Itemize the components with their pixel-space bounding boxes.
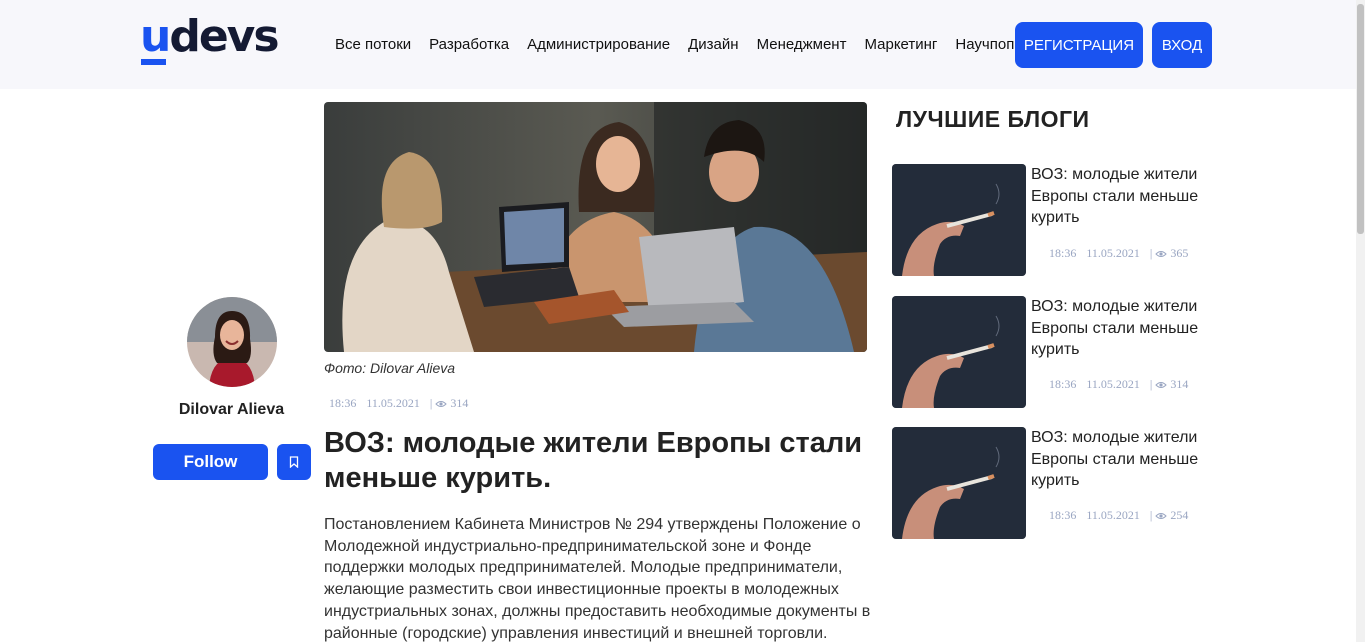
nav-item-management[interactable]: Менеджмент — [757, 36, 847, 53]
logo-underline — [141, 59, 166, 65]
article-time: 18:36 — [329, 396, 357, 410]
blog-card-meta: 18:36 11.05.2021 | 254 — [1049, 508, 1188, 523]
article-hero-image — [324, 102, 867, 352]
blog-card-title[interactable]: ВОЗ: молодые жители Европы стали меньше … — [1031, 427, 1221, 492]
blog-card-image[interactable] — [892, 296, 1026, 408]
blog-card-meta: 18:36 11.05.2021 | 365 — [1049, 246, 1188, 261]
photo-caption: Фото: Dilovar Alieva — [324, 360, 456, 376]
eye-icon — [1155, 250, 1168, 257]
nav-item-popsci[interactable]: Научпоп — [955, 36, 1014, 53]
blog-card-views-count: 254 — [1170, 508, 1189, 522]
blog-card-time: 18:36 — [1049, 246, 1077, 260]
bookmark-icon — [289, 456, 299, 468]
bookmark-button[interactable] — [277, 444, 311, 480]
eye-icon — [1155, 381, 1168, 388]
nav-item-administration[interactable]: Администрирование — [527, 36, 670, 53]
blog-card-views: | 314 — [1150, 377, 1188, 392]
logo[interactable]: udevs — [140, 11, 280, 67]
blog-card-image[interactable] — [892, 427, 1026, 539]
blog-card-time: 18:36 — [1049, 377, 1077, 391]
register-button[interactable]: РЕГИСТРАЦИЯ — [1015, 22, 1143, 68]
article-body: Постановлением Кабинета Министров № 294 … — [324, 516, 871, 642]
meta-separator: | — [429, 396, 433, 410]
login-button[interactable]: ВХОД — [1152, 22, 1212, 68]
article-views-count: 314 — [450, 396, 469, 410]
blog-card-views: | 254 — [1150, 508, 1188, 523]
nav-item-all[interactable]: Все потоки — [335, 36, 411, 53]
top-blogs-heading: ЛУЧШИЕ БЛОГИ — [896, 106, 1090, 132]
author-avatar[interactable] — [187, 297, 277, 387]
meta-separator: | — [1149, 377, 1153, 391]
blog-card-title[interactable]: ВОЗ: молодые жители Европы стали меньше … — [1031, 296, 1221, 361]
follow-button[interactable]: Follow — [153, 444, 268, 480]
blog-card-date: 11.05.2021 — [1086, 508, 1140, 522]
eye-icon — [1155, 512, 1168, 519]
author-name[interactable]: Dilovar Alieva — [150, 401, 313, 419]
article-views: | 314 — [430, 396, 468, 411]
article-title: ВОЗ: молодые жители Европы стали меньше … — [324, 427, 863, 494]
nav-item-design[interactable]: Дизайн — [688, 36, 738, 53]
blog-card-date: 11.05.2021 — [1086, 377, 1140, 391]
blog-card-views-count: 314 — [1170, 377, 1189, 391]
blog-card-time: 18:36 — [1049, 508, 1077, 522]
article-date: 11.05.2021 — [366, 396, 420, 410]
eye-icon — [435, 400, 448, 407]
blog-card-image[interactable] — [892, 164, 1026, 276]
meta-separator: | — [1149, 246, 1153, 260]
page-scrollbar[interactable] — [1356, 0, 1365, 642]
main-nav: Все потоки Разработка Администрирование … — [335, 36, 1014, 53]
nav-item-marketing[interactable]: Маркетинг — [864, 36, 937, 53]
blog-card-meta: 18:36 11.05.2021 | 314 — [1049, 377, 1188, 392]
blog-card-views-count: 365 — [1170, 246, 1189, 260]
site-header: udevs Все потоки Разработка Администриро… — [0, 0, 1356, 89]
logo-text: udevs — [140, 11, 280, 62]
blog-card-title[interactable]: ВОЗ: молодые жители Европы стали меньше … — [1031, 164, 1221, 229]
nav-item-development[interactable]: Разработка — [429, 36, 509, 53]
meta-separator: | — [1149, 508, 1153, 522]
article-meta: 18:36 11.05.2021 | 314 — [329, 396, 468, 411]
scrollbar-thumb[interactable] — [1357, 4, 1364, 234]
blog-card-date: 11.05.2021 — [1086, 246, 1140, 260]
blog-card-views: | 365 — [1150, 246, 1188, 261]
